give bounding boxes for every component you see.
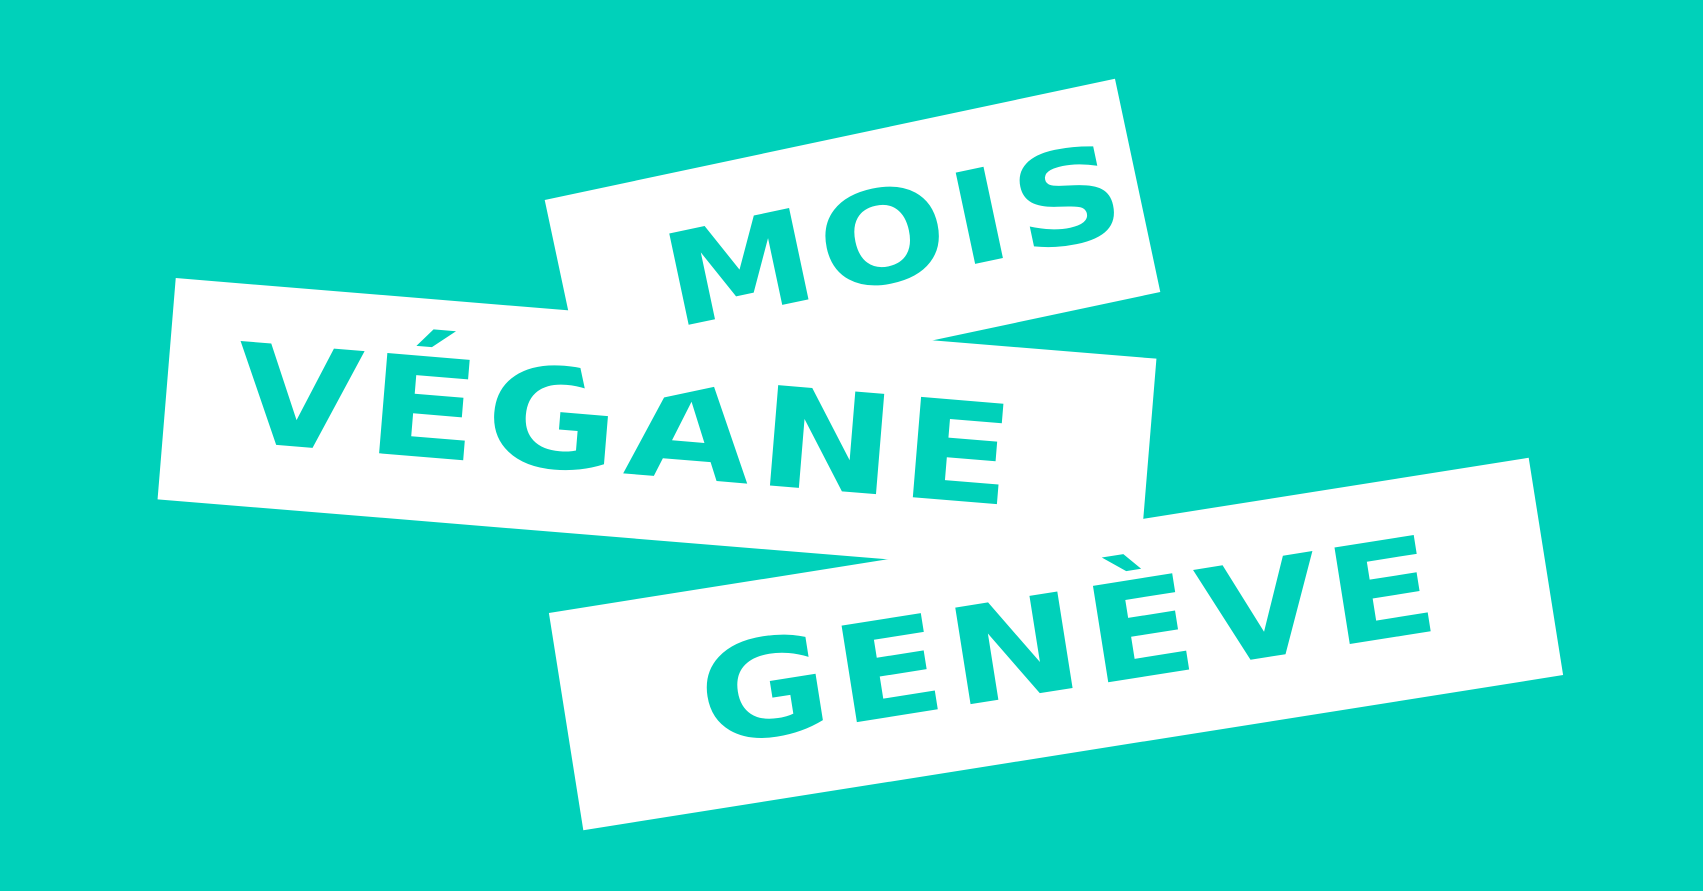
poster-canvas: { "colors": { "background": "#00D1BA", "…	[0, 0, 1703, 891]
title-line-mois: MOIS	[650, 114, 1143, 359]
title-line-geneve: GENÈVE	[687, 505, 1454, 778]
